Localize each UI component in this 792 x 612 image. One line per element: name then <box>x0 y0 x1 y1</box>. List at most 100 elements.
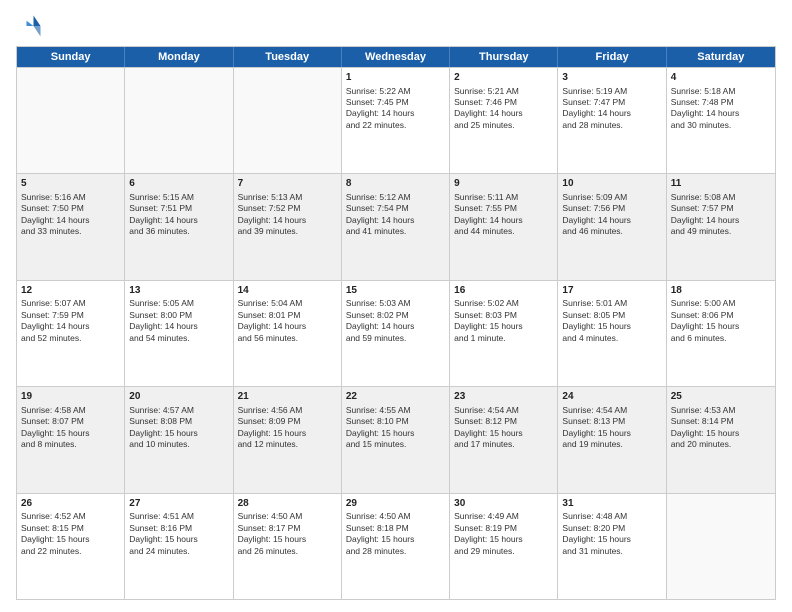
day-number: 18 <box>671 284 771 298</box>
day-info-line: Sunset: 8:19 PM <box>454 523 553 534</box>
day-number: 24 <box>562 390 661 404</box>
day-info-line: and 31 minutes. <box>562 546 661 557</box>
day-info-line: Sunset: 8:20 PM <box>562 523 661 534</box>
day-info-line: Sunrise: 5:08 AM <box>671 192 771 203</box>
calendar-cell-22: 22Sunrise: 4:55 AMSunset: 8:10 PMDayligh… <box>342 387 450 492</box>
day-info-line: Daylight: 14 hours <box>129 215 228 226</box>
day-info-line: and 20 minutes. <box>671 439 771 450</box>
day-number: 20 <box>129 390 228 404</box>
day-info-line: Sunset: 8:12 PM <box>454 416 553 427</box>
calendar-cell-7: 7Sunrise: 5:13 AMSunset: 7:52 PMDaylight… <box>234 174 342 279</box>
calendar-cell-empty-0-1 <box>125 68 233 173</box>
day-info-line: Sunset: 8:10 PM <box>346 416 445 427</box>
day-info-line: Sunset: 8:16 PM <box>129 523 228 534</box>
calendar-row-0: 1Sunrise: 5:22 AMSunset: 7:45 PMDaylight… <box>17 67 775 173</box>
day-info-line: Daylight: 14 hours <box>346 108 445 119</box>
day-info-line: and 10 minutes. <box>129 439 228 450</box>
day-info-line: Daylight: 15 hours <box>454 534 553 545</box>
day-info-line: Daylight: 15 hours <box>346 534 445 545</box>
calendar-cell-26: 26Sunrise: 4:52 AMSunset: 8:15 PMDayligh… <box>17 494 125 599</box>
day-number: 2 <box>454 71 553 85</box>
day-info-line: and 22 minutes. <box>21 546 120 557</box>
day-info-line: Sunrise: 4:57 AM <box>129 405 228 416</box>
day-info-line: Sunset: 8:08 PM <box>129 416 228 427</box>
day-info-line: and 56 minutes. <box>238 333 337 344</box>
day-info-line: Daylight: 15 hours <box>562 321 661 332</box>
day-info-line: Sunrise: 5:13 AM <box>238 192 337 203</box>
calendar-cell-27: 27Sunrise: 4:51 AMSunset: 8:16 PMDayligh… <box>125 494 233 599</box>
calendar-cell-empty-0-0 <box>17 68 125 173</box>
header-day-saturday: Saturday <box>667 47 775 67</box>
day-number: 25 <box>671 390 771 404</box>
day-info-line: and 41 minutes. <box>346 226 445 237</box>
day-info-line: and 19 minutes. <box>562 439 661 450</box>
logo-icon <box>16 12 44 40</box>
day-number: 11 <box>671 177 771 191</box>
day-info-line: and 46 minutes. <box>562 226 661 237</box>
calendar-cell-20: 20Sunrise: 4:57 AMSunset: 8:08 PMDayligh… <box>125 387 233 492</box>
day-info-line: Sunrise: 4:54 AM <box>454 405 553 416</box>
day-info-line: Sunset: 7:52 PM <box>238 203 337 214</box>
day-number: 6 <box>129 177 228 191</box>
header-day-friday: Friday <box>558 47 666 67</box>
day-info-line: and 30 minutes. <box>671 120 771 131</box>
calendar-cell-17: 17Sunrise: 5:01 AMSunset: 8:05 PMDayligh… <box>558 281 666 386</box>
day-info-line: and 6 minutes. <box>671 333 771 344</box>
day-info-line: Sunset: 8:05 PM <box>562 310 661 321</box>
header-day-monday: Monday <box>125 47 233 67</box>
day-info-line: and 59 minutes. <box>346 333 445 344</box>
day-info-line: Sunset: 7:47 PM <box>562 97 661 108</box>
day-info-line: and 8 minutes. <box>21 439 120 450</box>
day-info-line: Sunrise: 5:05 AM <box>129 298 228 309</box>
day-info-line: Sunset: 7:48 PM <box>671 97 771 108</box>
day-number: 7 <box>238 177 337 191</box>
day-info-line: Sunset: 8:15 PM <box>21 523 120 534</box>
day-info-line: Sunrise: 4:55 AM <box>346 405 445 416</box>
calendar-cell-2: 2Sunrise: 5:21 AMSunset: 7:46 PMDaylight… <box>450 68 558 173</box>
day-info-line: Daylight: 14 hours <box>21 215 120 226</box>
day-info-line: and 1 minute. <box>454 333 553 344</box>
calendar-cell-6: 6Sunrise: 5:15 AMSunset: 7:51 PMDaylight… <box>125 174 233 279</box>
calendar-cell-28: 28Sunrise: 4:50 AMSunset: 8:17 PMDayligh… <box>234 494 342 599</box>
day-info-line: Sunrise: 4:49 AM <box>454 511 553 522</box>
day-info-line: Daylight: 14 hours <box>562 108 661 119</box>
day-info-line: Daylight: 14 hours <box>21 321 120 332</box>
day-info-line: Sunset: 8:07 PM <box>21 416 120 427</box>
day-info-line: Daylight: 15 hours <box>346 428 445 439</box>
day-info-line: Sunset: 7:45 PM <box>346 97 445 108</box>
calendar-cell-18: 18Sunrise: 5:00 AMSunset: 8:06 PMDayligh… <box>667 281 775 386</box>
day-info-line: Daylight: 14 hours <box>238 321 337 332</box>
day-info-line: and 15 minutes. <box>346 439 445 450</box>
calendar-cell-8: 8Sunrise: 5:12 AMSunset: 7:54 PMDaylight… <box>342 174 450 279</box>
day-info-line: Daylight: 15 hours <box>671 321 771 332</box>
day-info-line: and 36 minutes. <box>129 226 228 237</box>
day-info-line: Sunset: 7:51 PM <box>129 203 228 214</box>
header-day-sunday: Sunday <box>17 47 125 67</box>
day-info-line: Sunset: 8:13 PM <box>562 416 661 427</box>
calendar-cell-16: 16Sunrise: 5:02 AMSunset: 8:03 PMDayligh… <box>450 281 558 386</box>
calendar-cell-1: 1Sunrise: 5:22 AMSunset: 7:45 PMDaylight… <box>342 68 450 173</box>
day-number: 15 <box>346 284 445 298</box>
calendar-row-2: 12Sunrise: 5:07 AMSunset: 7:59 PMDayligh… <box>17 280 775 386</box>
day-info-line: Sunset: 8:03 PM <box>454 310 553 321</box>
day-info-line: Sunrise: 5:12 AM <box>346 192 445 203</box>
day-info-line: and 17 minutes. <box>454 439 553 450</box>
day-info-line: and 39 minutes. <box>238 226 337 237</box>
day-info-line: Daylight: 14 hours <box>454 215 553 226</box>
day-info-line: Sunrise: 4:51 AM <box>129 511 228 522</box>
day-number: 19 <box>21 390 120 404</box>
header <box>16 12 776 40</box>
header-day-wednesday: Wednesday <box>342 47 450 67</box>
day-number: 12 <box>21 284 120 298</box>
day-number: 27 <box>129 497 228 511</box>
day-info-line: Sunset: 7:50 PM <box>21 203 120 214</box>
day-info-line: and 25 minutes. <box>454 120 553 131</box>
day-info-line: Daylight: 14 hours <box>129 321 228 332</box>
day-info-line: Daylight: 14 hours <box>238 215 337 226</box>
day-info-line: Sunrise: 5:15 AM <box>129 192 228 203</box>
calendar-cell-empty-4-6 <box>667 494 775 599</box>
header-day-thursday: Thursday <box>450 47 558 67</box>
calendar-cell-3: 3Sunrise: 5:19 AMSunset: 7:47 PMDaylight… <box>558 68 666 173</box>
calendar-cell-25: 25Sunrise: 4:53 AMSunset: 8:14 PMDayligh… <box>667 387 775 492</box>
day-info-line: Daylight: 15 hours <box>671 428 771 439</box>
